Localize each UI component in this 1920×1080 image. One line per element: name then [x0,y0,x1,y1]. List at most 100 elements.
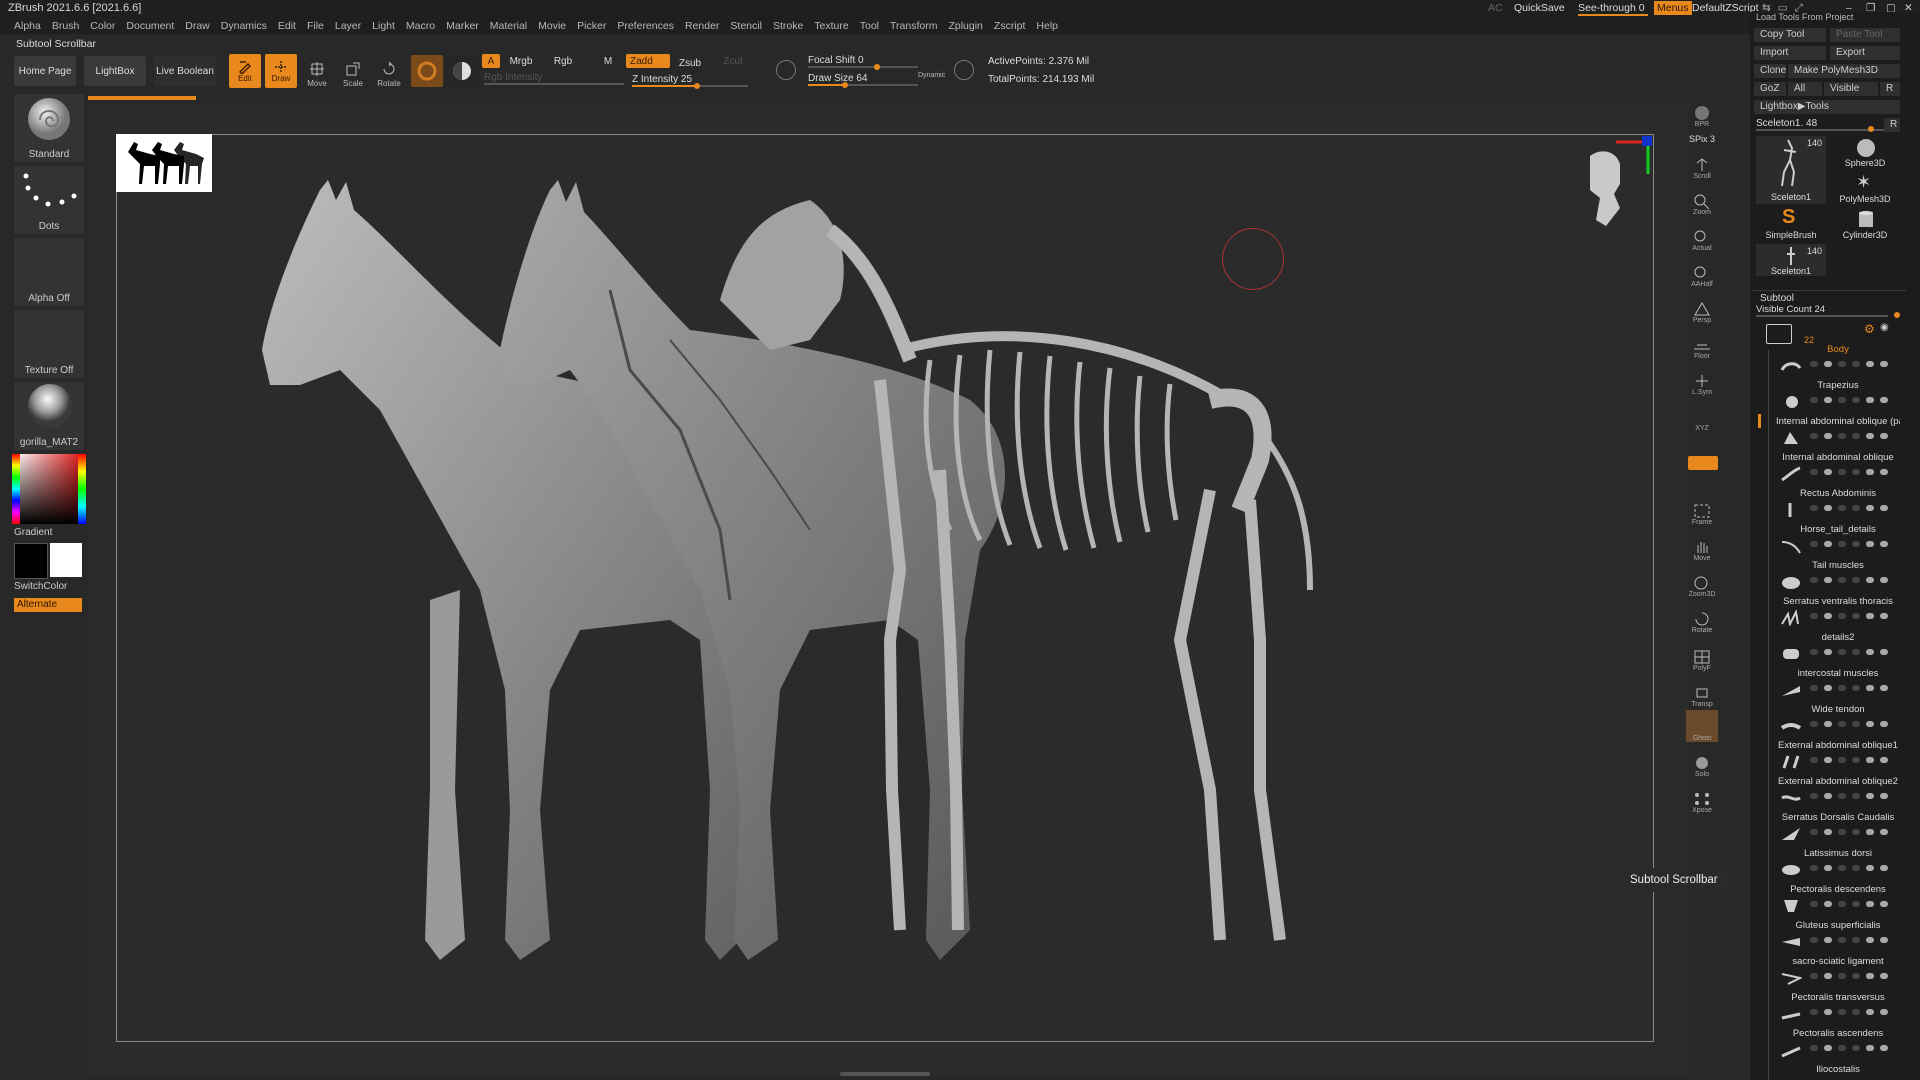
subtool-controls[interactable] [1810,1009,1888,1015]
scale-button[interactable]: Scale [337,54,369,88]
subtool-item[interactable]: Serratus Dorsalis Caudalis [1776,812,1900,848]
rgb-intensity-slider[interactable]: Rgb Intensity [484,72,624,85]
menus-toggle[interactable]: Menus [1654,1,1692,15]
subtool-item[interactable]: Gluteus superficialis [1776,920,1900,956]
rotate-axis-toggle[interactable] [1688,456,1718,470]
brush-alpha-icon[interactable] [411,55,443,87]
current-tool-slider[interactable]: Sceleton1. 48 [1756,118,1884,132]
menu-color[interactable]: Color [90,20,115,32]
subtool-item[interactable]: Horse_tail_details [1776,524,1900,560]
gradient-label[interactable]: Gradient [14,527,52,538]
tool-thumb-sceleton1-b[interactable]: 140 Sceleton1 [1756,244,1826,276]
transp-button[interactable]: Transp [1686,676,1718,708]
subtool-controls[interactable] [1810,901,1888,907]
quicksave-button[interactable]: QuickSave [1514,2,1565,14]
live-boolean-button[interactable]: Live Boolean [154,56,216,86]
subtool-item[interactable]: Pectoralis ascendens [1776,1028,1900,1064]
menu-brush[interactable]: Brush [52,20,79,32]
menu-stroke[interactable]: Stroke [773,20,803,32]
subtool-item[interactable]: Latissimus dorsi [1776,848,1900,884]
floor-button[interactable]: Floor [1686,328,1718,360]
subtool-item[interactable]: Trapezius [1776,380,1900,416]
subtool-item[interactable]: Rectus Abdominis [1776,488,1900,524]
folder-eye-icon[interactable]: ◉ [1880,322,1889,333]
menu-document[interactable]: Document [126,20,174,32]
focal-shift-slider[interactable]: Focal Shift 0 [808,55,944,70]
symmetry-s-icon[interactable] [776,60,796,80]
frame-button[interactable]: Frame [1686,494,1718,526]
see-through-slider[interactable]: See-through 0 [1578,2,1648,16]
subtool-item[interactable]: details2 [1776,632,1900,668]
subtool-controls[interactable] [1810,1045,1888,1051]
rgb-button[interactable]: Rgb [548,54,578,68]
subtool-item[interactable]: Tail muscles [1776,560,1900,596]
menu-edit[interactable]: Edit [278,20,296,32]
solo-button[interactable]: Solo [1686,746,1718,778]
menu-dynamics[interactable]: Dynamics [221,20,267,32]
import-button[interactable]: Import [1754,46,1826,60]
z-intensity-slider[interactable]: Z Intensity 25 [632,74,748,89]
stroke-selector[interactable]: Dots [14,166,84,234]
subtool-controls[interactable] [1810,433,1888,439]
menu-file[interactable]: File [307,20,324,32]
m-button[interactable]: M [598,54,618,68]
menu-marker[interactable]: Marker [446,20,479,32]
subtool-controls[interactable] [1810,649,1888,655]
menu-render[interactable]: Render [685,20,719,32]
subtool-controls[interactable] [1810,793,1888,799]
actual-button[interactable]: Actual [1686,220,1718,252]
zadd-button[interactable]: Zadd [626,54,670,68]
subtool-item[interactable]: intercostal muscles [1776,668,1900,704]
polyf-button[interactable]: PolyF [1686,640,1718,672]
subtool-controls[interactable] [1810,577,1888,583]
xyz-button[interactable]: XYZ [1686,410,1718,432]
a-button[interactable]: A [482,54,500,68]
subtool-item[interactable]: Iliocostalis [1776,1064,1900,1080]
goz-button[interactable]: GoZ [1754,82,1786,96]
hue-strip[interactable] [12,454,20,524]
xpose-button[interactable]: Xpose [1686,782,1718,814]
menu-zplugin[interactable]: Zplugin [948,20,982,32]
zoom-button[interactable]: Zoom [1686,184,1718,216]
clone-button[interactable]: Clone [1754,64,1786,78]
visible-count-slider[interactable]: Visible Count 24 [1756,304,1900,318]
rotate-view-button[interactable]: Rotate [1686,602,1718,634]
load-tools-button[interactable]: Load Tools From Project [1756,12,1896,22]
switch-color-button[interactable]: SwitchColor [14,581,67,592]
aahalf-button[interactable]: AAHalf [1686,256,1718,288]
current-tool-r-button[interactable]: R [1884,118,1900,132]
menu-transform[interactable]: Transform [890,20,937,32]
spix-control[interactable]: SPix 3 [1686,128,1718,144]
alternate-button[interactable]: Alternate [14,598,82,612]
material-preview-icon[interactable] [446,55,478,87]
dynamic-toggle[interactable]: Dynamic [918,72,945,79]
subtool-item[interactable]: Wide tendon [1776,704,1900,740]
tool-thumb-sphere3d[interactable]: Sphere3D [1830,136,1900,168]
tool-thumb-sceleton1[interactable]: 140 Sceleton1 [1756,136,1826,204]
lightbox-tools-button[interactable]: Lightbox▶Tools [1754,100,1900,114]
hue-strip-right[interactable] [78,454,86,524]
menu-material[interactable]: Material [490,20,527,32]
bottom-tray-handle[interactable] [840,1072,930,1076]
subtool-controls[interactable] [1810,361,1888,367]
copy-tool-button[interactable]: Copy Tool [1754,28,1826,42]
edit-button[interactable]: Edit [229,54,261,88]
menu-light[interactable]: Light [372,20,395,32]
subtool-controls[interactable] [1810,613,1888,619]
ghost-button[interactable]: Ghost [1686,710,1718,742]
subtool-controls[interactable] [1810,721,1888,727]
mrgb-button[interactable]: Mrgb [504,54,538,68]
primary-color-swatch[interactable] [50,543,82,577]
menu-movie[interactable]: Movie [538,20,566,32]
folder-icon[interactable] [1766,324,1792,344]
secondary-color-swatch[interactable] [14,543,48,579]
paste-tool-button[interactable]: Paste Tool [1830,28,1900,42]
subtool-controls[interactable] [1810,469,1888,475]
rotate-button[interactable]: Rotate [373,54,405,88]
menu-stencil[interactable]: Stencil [730,20,762,32]
export-button[interactable]: Export [1830,46,1900,60]
alpha-selector[interactable]: Alpha Off [14,238,84,306]
subtool-controls[interactable] [1810,865,1888,871]
menu-help[interactable]: Help [1036,20,1058,32]
draw-button[interactable]: Draw [265,54,297,88]
